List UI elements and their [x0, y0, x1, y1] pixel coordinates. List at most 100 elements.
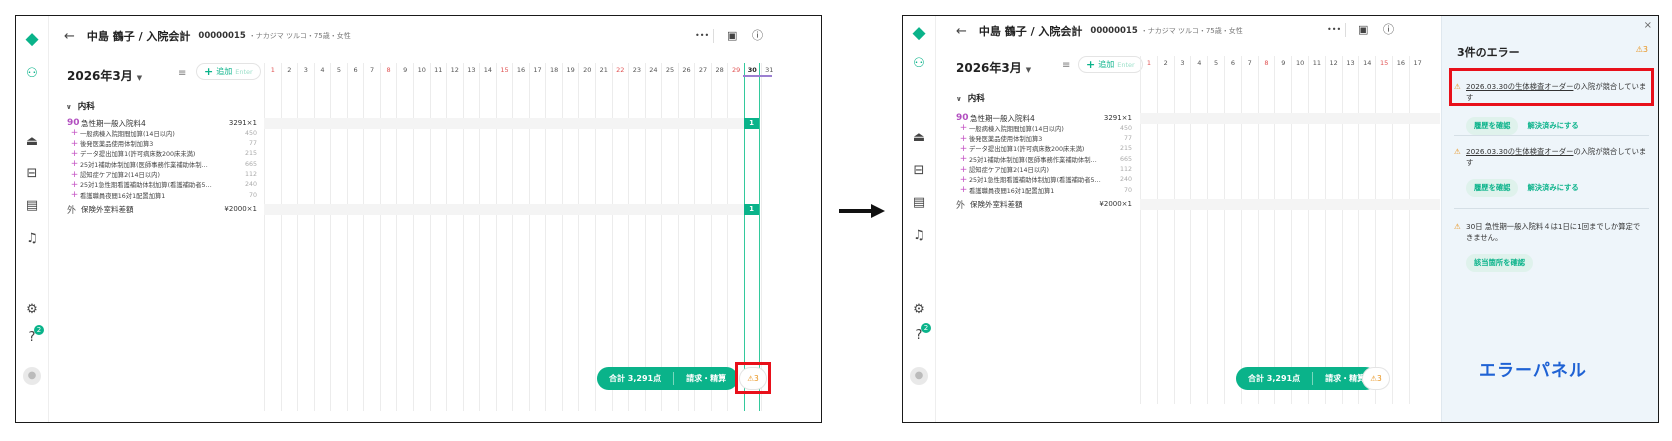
day-column[interactable]: 2: [280, 63, 298, 411]
mark-resolved-button[interactable]: 解決済みにする: [1527, 121, 1578, 131]
day-column[interactable]: 4: [313, 63, 331, 411]
day-column[interactable]: 13: [462, 63, 480, 411]
avatar-icon[interactable]: ●: [23, 367, 41, 385]
help-icon[interactable]: ? 2: [23, 325, 44, 346]
ward-icon[interactable]: ⏏: [910, 128, 928, 146]
day-column[interactable]: 6: [1224, 56, 1241, 404]
day-column[interactable]: 5: [330, 63, 347, 411]
calendar-icon[interactable]: ▣: [1358, 24, 1368, 35]
day-column[interactable]: 24: [644, 63, 662, 411]
list-icon[interactable]: ▤: [910, 193, 928, 211]
check-location-button[interactable]: 該当箇所を確認: [1466, 254, 1534, 272]
day-column[interactable]: 15: [1375, 56, 1392, 404]
item-row[interactable]: 外保険外室料差額 ¥2000×1: [956, 198, 1132, 211]
close-icon[interactable]: ×: [1644, 20, 1652, 31]
day-column[interactable]: 13: [1341, 56, 1359, 404]
patient-search-icon[interactable]: ⚇: [23, 64, 41, 82]
day-column[interactable]: 20: [578, 63, 595, 411]
day-column[interactable]: 10: [1291, 56, 1308, 404]
check-history-button[interactable]: 履歴を確認: [1466, 117, 1519, 135]
calendar-icon[interactable]: ▣: [727, 30, 737, 41]
back-arrow-icon[interactable]: ←: [64, 29, 75, 44]
month-selector[interactable]: 2026年3月 ▼: [67, 67, 142, 84]
day-column[interactable]: 28: [710, 63, 728, 411]
item-row[interactable]: + 看護職員夜間16対1配置加算1 70: [67, 189, 257, 201]
avatar-icon[interactable]: ●: [910, 367, 928, 385]
day-column[interactable]: 29: [727, 63, 744, 411]
bed-icon[interactable]: ⊟: [23, 164, 41, 182]
day-column[interactable]: 22: [611, 63, 629, 411]
total-bar[interactable]: 合計 3,291点 請求・精算: [597, 367, 739, 390]
day-column[interactable]: 16: [512, 63, 529, 411]
day-column[interactable]: 23: [628, 63, 645, 411]
day-column[interactable]: 31: [760, 63, 778, 411]
section-header[interactable]: ∨ 内科: [956, 92, 985, 104]
day-mark[interactable]: 1: [744, 118, 759, 129]
day-column[interactable]: 17: [1408, 56, 1426, 404]
month-selector[interactable]: 2026年3月 ▼: [956, 59, 1031, 76]
day-column[interactable]: 12: [1324, 56, 1342, 404]
add-button[interactable]: + 追加 Enter: [1078, 56, 1143, 73]
day-column[interactable]: 6: [346, 63, 364, 411]
day-column[interactable]: 12: [446, 63, 463, 411]
day-column[interactable]: 2: [1156, 56, 1174, 404]
day-column[interactable]: 15: [495, 63, 513, 411]
day-column[interactable]: 18: [545, 63, 562, 411]
day-column[interactable]: 30: [743, 63, 761, 411]
day-column[interactable]: 27: [694, 63, 711, 411]
day-column[interactable]: 9: [396, 63, 413, 411]
day-column[interactable]: 3: [297, 63, 314, 411]
day-column[interactable]: 9: [1274, 56, 1291, 404]
add-button[interactable]: + 追加 Enter: [196, 63, 261, 80]
gear-icon[interactable]: ⚙: [910, 300, 928, 318]
day-column[interactable]: 1: [1140, 56, 1157, 404]
total-bar[interactable]: 合計 3,291点 請求・精算: [1236, 367, 1378, 390]
divider: [1345, 23, 1346, 37]
day-column[interactable]: 7: [1240, 56, 1258, 404]
day-column[interactable]: 16: [1392, 56, 1409, 404]
filter-icon[interactable]: ≡: [1062, 60, 1070, 71]
day-column[interactable]: 14: [479, 63, 496, 411]
bell-icon[interactable]: ♫: [910, 226, 928, 244]
day-column[interactable]: 11: [429, 63, 447, 411]
filter-icon[interactable]: ≡: [178, 68, 186, 79]
day-column[interactable]: 4: [1190, 56, 1207, 404]
day-column[interactable]: 3: [1173, 56, 1191, 404]
day-column[interactable]: 1: [264, 63, 281, 411]
bill-button[interactable]: 請求・精算: [674, 373, 738, 384]
back-arrow-icon[interactable]: ←: [956, 24, 967, 39]
day-column[interactable]: 8: [379, 63, 397, 411]
day-column[interactable]: 7: [363, 63, 380, 411]
day-column[interactable]: 19: [561, 63, 579, 411]
day-column[interactable]: 11: [1308, 56, 1325, 404]
section-header[interactable]: ∨ 内科: [66, 100, 95, 112]
info-icon[interactable]: ⓘ: [1383, 24, 1394, 35]
patient-search-icon[interactable]: ⚇: [910, 54, 928, 72]
bed-icon[interactable]: ⊟: [910, 161, 928, 179]
day-column[interactable]: 14: [1358, 56, 1375, 404]
check-history-button[interactable]: 履歴を確認: [1466, 179, 1519, 197]
day-column[interactable]: 5: [1207, 56, 1224, 404]
mark-resolved-button[interactable]: 解決済みにする: [1527, 183, 1578, 193]
more-icon[interactable]: •••: [1327, 26, 1341, 34]
item-row[interactable]: 外保険外室料差額 ¥2000×1: [67, 203, 257, 216]
day-column[interactable]: 10: [412, 63, 430, 411]
error-button[interactable]: ⚠ 3: [1362, 367, 1390, 390]
help-icon[interactable]: ? 2: [910, 323, 931, 344]
day-column[interactable]: 17: [528, 63, 546, 411]
logo-icon[interactable]: ◆: [910, 24, 928, 42]
day-column[interactable]: 21: [595, 63, 612, 411]
info-icon[interactable]: ⓘ: [752, 30, 763, 41]
day-column[interactable]: 26: [677, 63, 695, 411]
gear-icon[interactable]: ⚙: [23, 300, 41, 318]
item-row[interactable]: + 看護職員夜間16対1配置加算1 70: [956, 184, 1132, 196]
day-mark[interactable]: 1: [744, 204, 759, 216]
ward-icon[interactable]: ⏏: [23, 132, 41, 150]
error-link[interactable]: 2026.03.30の生体検査オーダー: [1466, 147, 1573, 156]
logo-icon[interactable]: ◆: [23, 30, 41, 48]
day-column[interactable]: 8: [1257, 56, 1275, 404]
bell-icon[interactable]: ♫: [23, 229, 41, 247]
day-column[interactable]: 25: [661, 63, 678, 411]
list-icon[interactable]: ▤: [23, 196, 41, 214]
more-icon[interactable]: •••: [695, 32, 709, 40]
